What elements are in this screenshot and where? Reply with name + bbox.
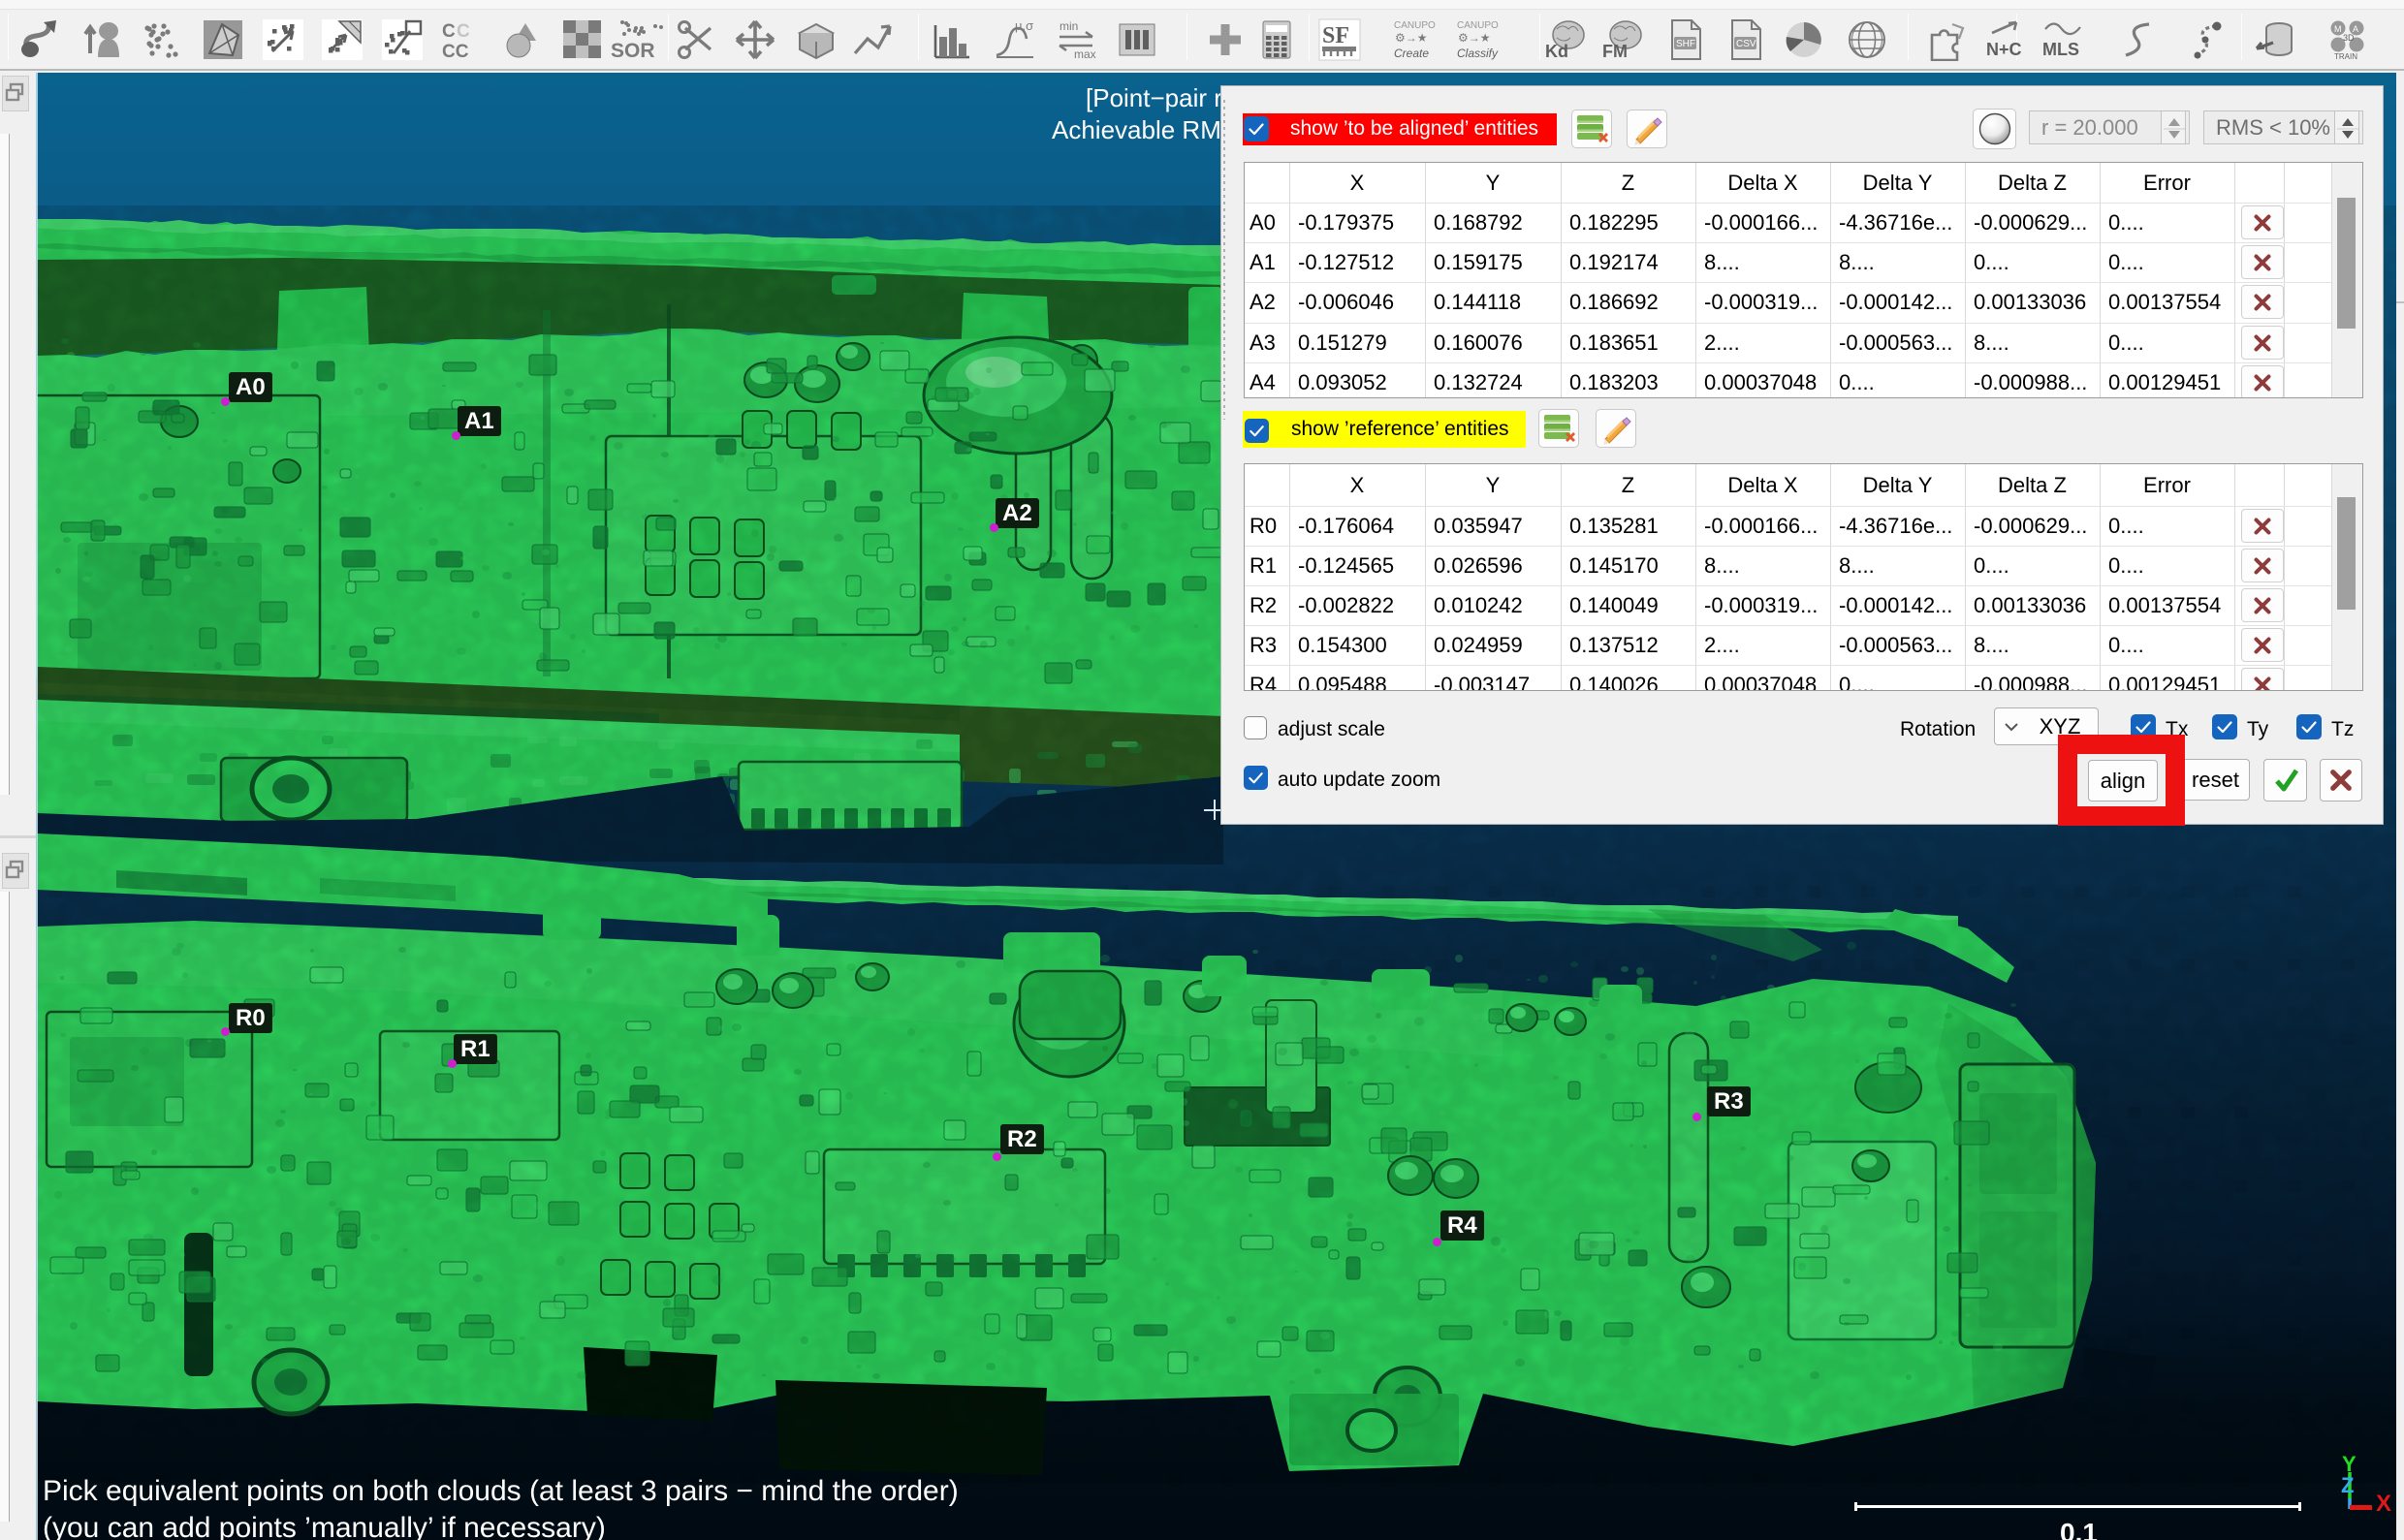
svg-text:C: C (457, 21, 470, 42)
svg-text:⚙→★: ⚙→★ (1458, 31, 1491, 45)
svg-text:CANUPO: CANUPO (1394, 20, 1436, 31)
svg-text:Classify: Classify (1457, 47, 1499, 60)
svg-text:N+C: N+C (1986, 40, 2022, 59)
svg-text:M: M (2334, 24, 2342, 34)
svg-text:CSV: CSV (1736, 39, 1756, 49)
svg-text:Z: Z (2341, 1473, 2354, 1497)
svg-text:SF: SF (1322, 23, 1349, 48)
svg-text:SHF: SHF (1676, 39, 1695, 49)
svg-text:Kd: Kd (1545, 42, 1568, 61)
svg-text:Create: Create (1394, 47, 1429, 60)
svg-text:TRAIN: TRAIN (2334, 52, 2357, 61)
svg-text:CANUPO: CANUPO (1457, 20, 1499, 31)
svg-text:X: X (2376, 1491, 2391, 1516)
svg-text:min: min (1060, 19, 1078, 33)
svg-text:max: max (1074, 47, 1096, 61)
svg-text:3D: 3D (2343, 33, 2355, 43)
svg-text:FM: FM (1602, 42, 1628, 61)
svg-text:MLS: MLS (2042, 40, 2079, 59)
svg-text:C: C (442, 21, 456, 42)
svg-text:⚙→★: ⚙→★ (1395, 31, 1428, 45)
svg-text:CC: CC (442, 42, 469, 61)
svg-text:SOR: SOR (611, 40, 655, 61)
